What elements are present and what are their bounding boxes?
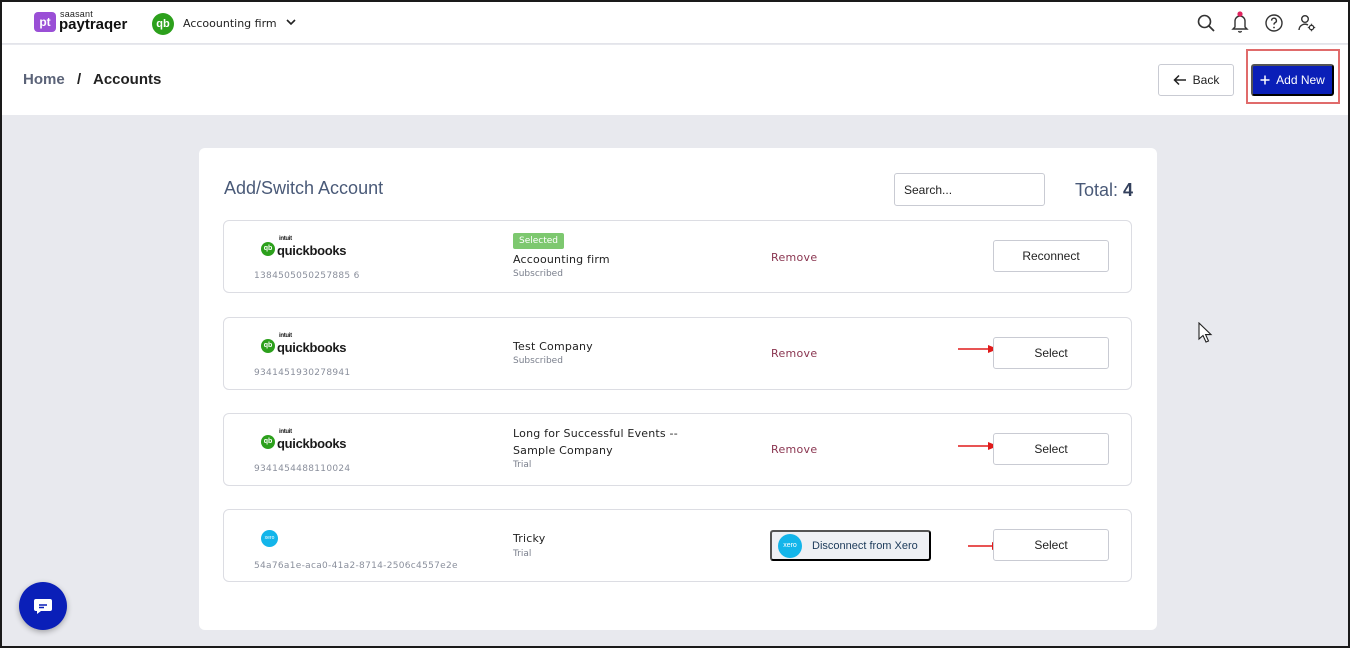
accounts-card: Add/Switch Account Total: 4 qb intuitqui… xyxy=(199,148,1157,630)
chevron-down-icon[interactable] xyxy=(284,15,298,29)
remove-link[interactable]: Remove xyxy=(771,443,817,456)
add-new-button[interactable]: Add New xyxy=(1251,64,1334,96)
plus-icon xyxy=(1260,75,1270,85)
quickbooks-logo: qb intuit quickbooks xyxy=(261,429,347,451)
total-count: Total: 4 xyxy=(1075,180,1133,201)
select-button[interactable]: Select xyxy=(993,433,1109,465)
search-input[interactable] xyxy=(894,173,1045,206)
user-settings-icon[interactable] xyxy=(1297,13,1317,33)
total-value: 4 xyxy=(1122,180,1133,200)
quickbooks-icon: qb xyxy=(261,435,275,449)
xero-icon: xero xyxy=(778,533,802,558)
help-icon[interactable] xyxy=(1264,13,1284,33)
quickbooks-label: quickbooks xyxy=(277,243,347,258)
account-name: Test Company xyxy=(513,340,593,353)
select-button[interactable]: Select xyxy=(993,529,1109,561)
quickbooks-logo: qb intuit quickbooks xyxy=(261,236,347,258)
quickbooks-icon: qb xyxy=(261,242,275,256)
realm-id: 1384505050257885 6 xyxy=(254,271,360,281)
intuit-label: intuit xyxy=(279,429,292,435)
quickbooks-label: quickbooks xyxy=(277,436,347,451)
chat-icon xyxy=(34,599,52,614)
selected-badge: Selected xyxy=(513,233,565,249)
quickbooks-logo: qb intuit quickbooks xyxy=(261,333,347,355)
back-button-label: Back xyxy=(1192,73,1220,87)
reconnect-button[interactable]: Reconnect xyxy=(993,240,1109,272)
quickbooks-icon: qb xyxy=(261,339,275,353)
intuit-label: intuit xyxy=(279,236,292,242)
company-switcher-label[interactable]: Accoounting firm xyxy=(183,17,277,30)
account-row: qb intuit quickbooks 1384505050257885 6 S… xyxy=(223,220,1132,293)
quickbooks-icon: qb xyxy=(152,13,174,35)
chat-button[interactable] xyxy=(19,582,67,630)
breadcrumb-home[interactable]: Home xyxy=(23,71,65,88)
back-button[interactable]: Back xyxy=(1158,64,1234,96)
account-status: Subscribed xyxy=(513,356,563,366)
account-name: Tricky xyxy=(513,532,546,545)
xero-logo: xero xyxy=(261,530,278,547)
add-new-label: Add New xyxy=(1276,73,1325,87)
paytraqer-logo-badge[interactable]: pt xyxy=(34,12,56,32)
notification-dot xyxy=(1237,11,1243,17)
remove-link[interactable]: Remove xyxy=(771,251,817,264)
realm-id: 54a76a1e-aca0-41a2-8714-2506c4557e2e xyxy=(254,561,458,571)
card-title: Add/Switch Account xyxy=(224,178,384,198)
quickbooks-label: quickbooks xyxy=(277,340,347,355)
realm-id: 9341451930278941 xyxy=(254,368,351,378)
account-row: qb intuit quickbooks 9341451930278941 Tes… xyxy=(223,317,1132,390)
intuit-label: intuit xyxy=(279,333,292,339)
account-row: xero 54a76a1e-aca0-41a2-8714-2506c4557e2… xyxy=(223,509,1132,582)
top-bar: pt saasant paytraqer qb Accoounting firm xyxy=(2,2,1348,44)
breadcrumb-separator: / xyxy=(77,71,82,88)
arrow-left-icon xyxy=(1173,74,1186,86)
account-name: Accoounting firm xyxy=(513,253,610,266)
bell-icon[interactable] xyxy=(1230,10,1250,34)
remove-link[interactable]: Remove xyxy=(771,347,817,360)
account-status: Trial xyxy=(513,549,532,559)
account-row: qb intuit quickbooks 9341454488110024 Lon… xyxy=(223,413,1132,486)
mouse-cursor-icon xyxy=(1198,322,1213,343)
total-label: Total: xyxy=(1074,180,1118,200)
account-name: Long for Successful Events -- Sample Com… xyxy=(513,427,678,457)
page-header: Home / Accounts Back Add New xyxy=(2,45,1348,115)
select-button[interactable]: Select xyxy=(993,337,1109,369)
disconnect-xero-label: Disconnect from Xero xyxy=(812,539,918,552)
brand-name[interactable]: paytraqer xyxy=(59,16,127,33)
search-icon[interactable] xyxy=(1196,13,1216,33)
account-status: Subscribed xyxy=(513,269,563,279)
disconnect-xero-button[interactable]: xero Disconnect from Xero xyxy=(770,530,931,561)
account-status: Trial xyxy=(513,460,532,470)
breadcrumb-current: Accounts xyxy=(93,71,162,88)
realm-id: 9341454488110024 xyxy=(254,464,351,474)
